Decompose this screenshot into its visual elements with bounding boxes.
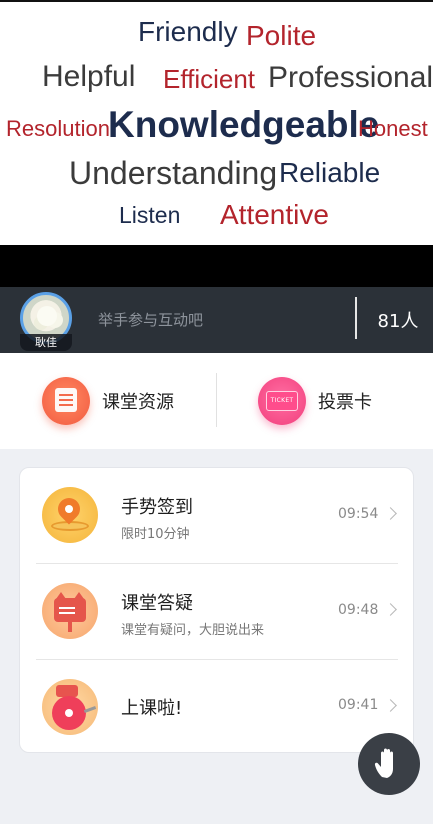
divider xyxy=(355,297,357,339)
item-time: 09:41 xyxy=(338,697,379,713)
document-icon xyxy=(42,377,90,425)
item-time: 09:48 xyxy=(338,602,379,618)
word-friendly: Friendly xyxy=(138,16,238,47)
divider xyxy=(216,373,217,427)
list-item-class-qa[interactable]: 课堂答疑 课堂有疑问，大胆说出来 09:48 xyxy=(20,564,415,659)
item-subtitle: 课堂有疑问，大胆说出来 xyxy=(121,623,265,638)
word-reliable: Reliable xyxy=(279,157,381,188)
vote-card-button[interactable]: TICKET 投票卡 xyxy=(258,375,372,427)
vote-card-label: 投票卡 xyxy=(318,392,372,413)
word-resolution: Resolution xyxy=(6,116,110,141)
item-time: 09:54 xyxy=(338,506,379,522)
word-efficient: Efficient xyxy=(163,64,256,94)
live-status-bar: 耿佳 举手参与互动吧 81人 xyxy=(0,287,433,353)
raise-hand-button[interactable] xyxy=(358,733,420,795)
word-listen: Listen xyxy=(119,202,181,228)
item-title: 上课啦! xyxy=(121,698,183,719)
class-resources-label: 课堂资源 xyxy=(102,392,174,413)
word-honest: Honest xyxy=(358,116,428,141)
location-pin-icon xyxy=(42,487,98,543)
word-understanding: Understanding xyxy=(69,155,278,191)
word-professional: Professional xyxy=(268,61,433,94)
cat-sign-icon xyxy=(42,583,98,639)
avatar-image xyxy=(37,306,57,326)
activity-list: 手势签到 限时10分钟 09:54 课堂答疑 课堂有疑问，大胆说出来 09:48… xyxy=(19,467,414,753)
chevron-right-icon xyxy=(384,699,397,712)
quick-actions: 课堂资源 TICKET 投票卡 xyxy=(0,353,433,449)
chevron-right-icon xyxy=(384,603,397,616)
item-subtitle: 限时10分钟 xyxy=(121,527,190,542)
video-letterbox xyxy=(0,245,433,287)
word-attentive: Attentive xyxy=(220,199,329,230)
list-item-gesture-checkin[interactable]: 手势签到 限时10分钟 09:54 xyxy=(20,468,415,563)
item-title: 课堂答疑 xyxy=(121,593,193,614)
participant-count[interactable]: 81人 xyxy=(368,307,428,333)
avatar-name: 耿佳 xyxy=(20,334,72,351)
raise-hand-icon xyxy=(374,748,393,778)
list-item-class-started[interactable]: 上课啦! 09:41 xyxy=(20,660,415,755)
slide-word-cloud: Friendly Polite Helpful Efficient Profes… xyxy=(0,0,433,245)
class-resources-button[interactable]: 课堂资源 xyxy=(42,375,174,427)
raise-hand-prompt: 举手参与互动吧 xyxy=(98,311,204,329)
item-title: 手势签到 xyxy=(121,497,193,518)
word-helpful: Helpful xyxy=(42,60,136,93)
word-knowledgeable: Knowledgeable xyxy=(108,104,380,145)
bell-icon xyxy=(42,679,98,735)
chevron-right-icon xyxy=(384,507,397,520)
ticket-icon: TICKET xyxy=(258,377,306,425)
word-polite: Polite xyxy=(246,20,317,51)
